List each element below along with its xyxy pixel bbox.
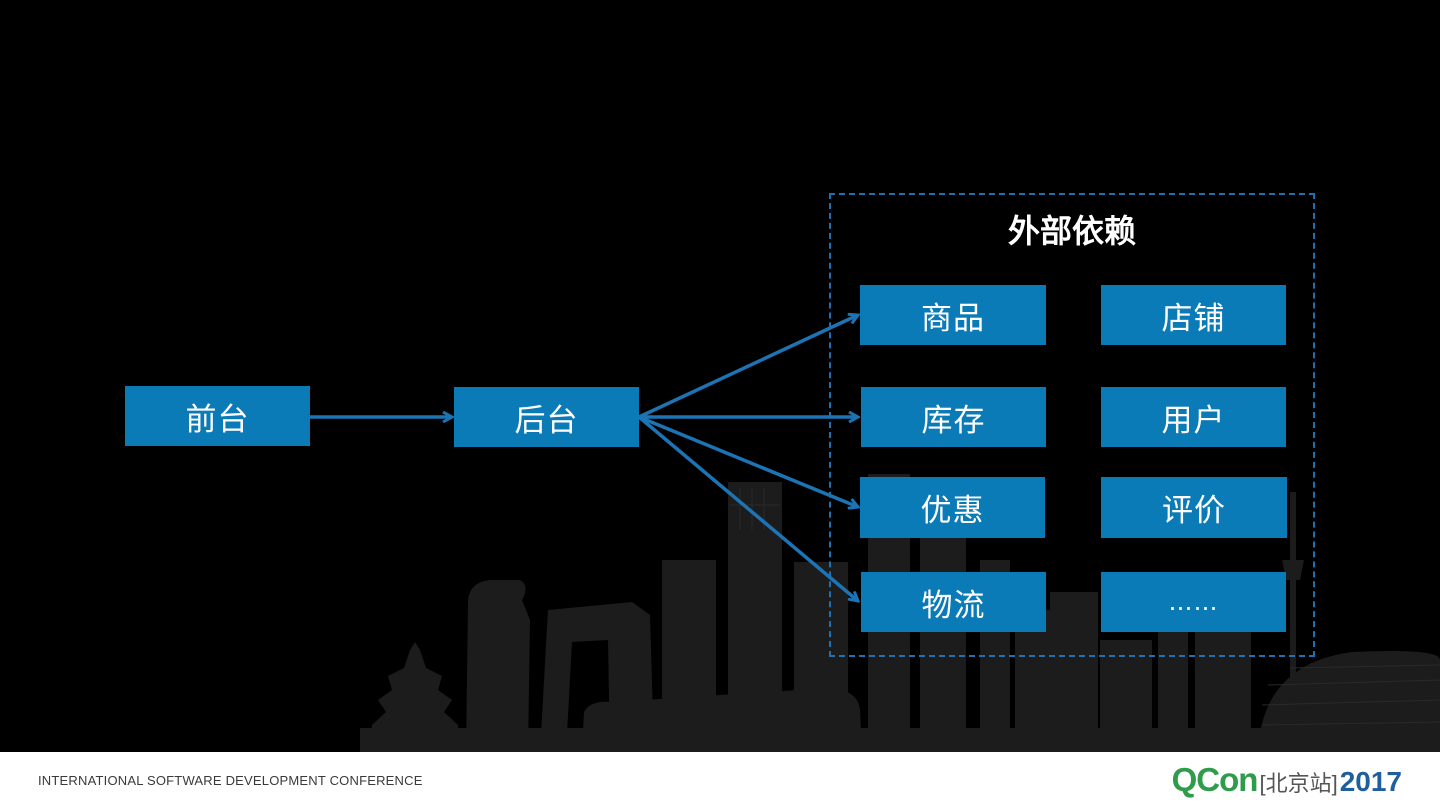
brand-name: QCon [1171,761,1259,798]
brand-year: 2017 [1339,766,1402,797]
arrow-backend-to-promotion [638,415,858,507]
slide-footer: INTERNATIONAL SOFTWARE DEVELOPMENT CONFE… [0,752,1440,810]
conference-name: INTERNATIONAL SOFTWARE DEVELOPMENT CONFE… [38,773,423,788]
brand-city: [北京站] [1259,771,1338,796]
diagram-arrows [310,0,1440,752]
arrow-backend-to-logistics [637,415,858,601]
slide-canvas: 外部依赖 前台 后台 商品 店铺 库存 用户 优惠 评价 物流 …… [0,0,1440,752]
arrow-backend-to-product [638,315,858,419]
qcon-logo: QCon [北京站] 2017 [1172,761,1402,799]
